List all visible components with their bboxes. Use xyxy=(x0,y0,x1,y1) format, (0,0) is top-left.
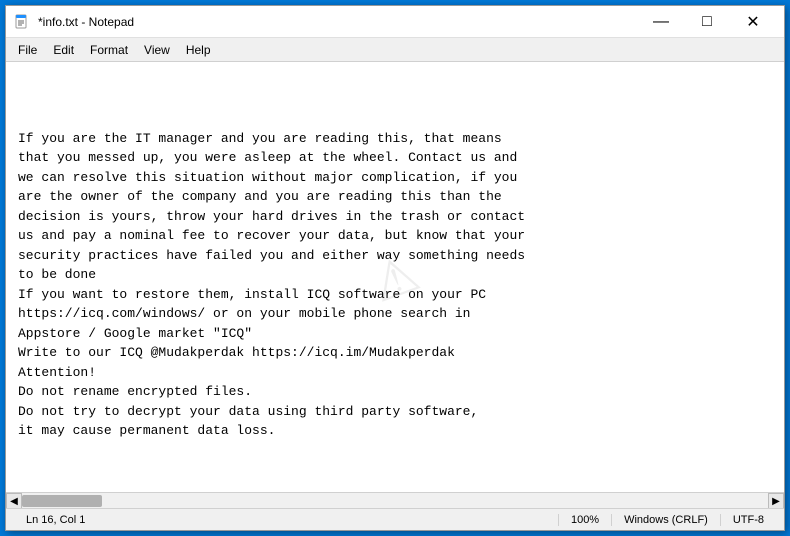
title-bar: *info.txt - Notepad — □ ✕ xyxy=(6,6,784,38)
app-icon xyxy=(14,14,30,30)
status-bar: Ln 16, Col 1 100% Windows (CRLF) UTF-8 xyxy=(6,508,784,530)
zoom-level: 100% xyxy=(559,514,612,526)
editor-area: ⚠ If you are the IT manager and you are … xyxy=(6,62,784,492)
maximize-button[interactable]: □ xyxy=(684,6,730,38)
scroll-thumb[interactable] xyxy=(22,495,102,507)
encoding: UTF-8 xyxy=(721,514,776,526)
text-editor[interactable]: ⚠ If you are the IT manager and you are … xyxy=(6,62,784,492)
menu-help[interactable]: Help xyxy=(178,41,219,59)
menu-edit[interactable]: Edit xyxy=(45,41,82,59)
scroll-right-button[interactable]: ▶ xyxy=(768,493,784,509)
notepad-window: *info.txt - Notepad — □ ✕ File Edit Form… xyxy=(5,5,785,531)
menu-view[interactable]: View xyxy=(136,41,178,59)
minimize-button[interactable]: — xyxy=(638,6,684,38)
menu-file[interactable]: File xyxy=(10,41,45,59)
horizontal-scrollbar: ◀ ▶ xyxy=(6,492,784,508)
window-title: *info.txt - Notepad xyxy=(38,15,638,29)
text-inner: If you are the IT manager and you are re… xyxy=(18,129,772,441)
window-controls: — □ ✕ xyxy=(638,6,776,38)
scroll-track[interactable] xyxy=(22,493,768,508)
menu-format[interactable]: Format xyxy=(82,41,136,59)
cursor-position: Ln 16, Col 1 xyxy=(14,514,559,526)
line-ending: Windows (CRLF) xyxy=(612,514,721,526)
close-button[interactable]: ✕ xyxy=(730,6,776,38)
scroll-left-button[interactable]: ◀ xyxy=(6,493,22,509)
menu-bar: File Edit Format View Help xyxy=(6,38,784,62)
